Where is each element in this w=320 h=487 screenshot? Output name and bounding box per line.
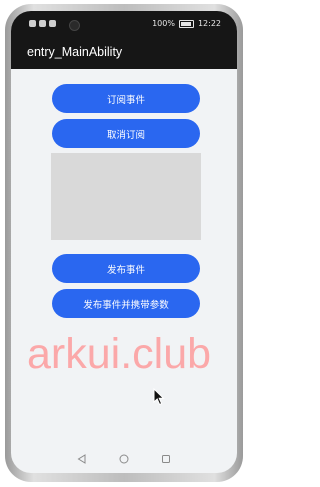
- publish-button[interactable]: 发布事件: [52, 254, 200, 283]
- status-right: 100% 12:22: [152, 18, 221, 30]
- navigation-bar: [11, 445, 237, 473]
- notification-icon: [29, 20, 36, 27]
- publish-with-params-button[interactable]: 发布事件并携带参数: [52, 289, 200, 318]
- battery-icon: [178, 20, 194, 28]
- watermark: arkui.club: [27, 330, 212, 378]
- clock: 12:22: [197, 19, 221, 28]
- notification-icon: [39, 20, 46, 27]
- notification-icons: [29, 20, 56, 27]
- battery-percent: 100%: [152, 19, 175, 28]
- title-bar: entry_MainAbility: [11, 39, 237, 69]
- subscribe-button[interactable]: 订阅事件: [52, 84, 200, 113]
- mouse-pointer-icon: [153, 388, 165, 406]
- placeholder-area: [51, 153, 201, 240]
- status-bar: 100% 12:22: [11, 11, 237, 39]
- circle-home-icon[interactable]: [119, 454, 129, 464]
- unsubscribe-button[interactable]: 取消订阅: [52, 119, 200, 148]
- app-title: entry_MainAbility: [27, 45, 123, 59]
- square-recent-icon[interactable]: [161, 454, 171, 464]
- device-screen: 100% 12:22 entry_MainAbility 订阅事件 取消订阅 发…: [11, 11, 237, 473]
- camera-cutout: [69, 20, 80, 31]
- main-content: 订阅事件 取消订阅 发布事件 发布事件并携带参数: [11, 69, 237, 473]
- triangle-back-icon[interactable]: [77, 454, 87, 464]
- wifi-icon: [49, 20, 56, 27]
